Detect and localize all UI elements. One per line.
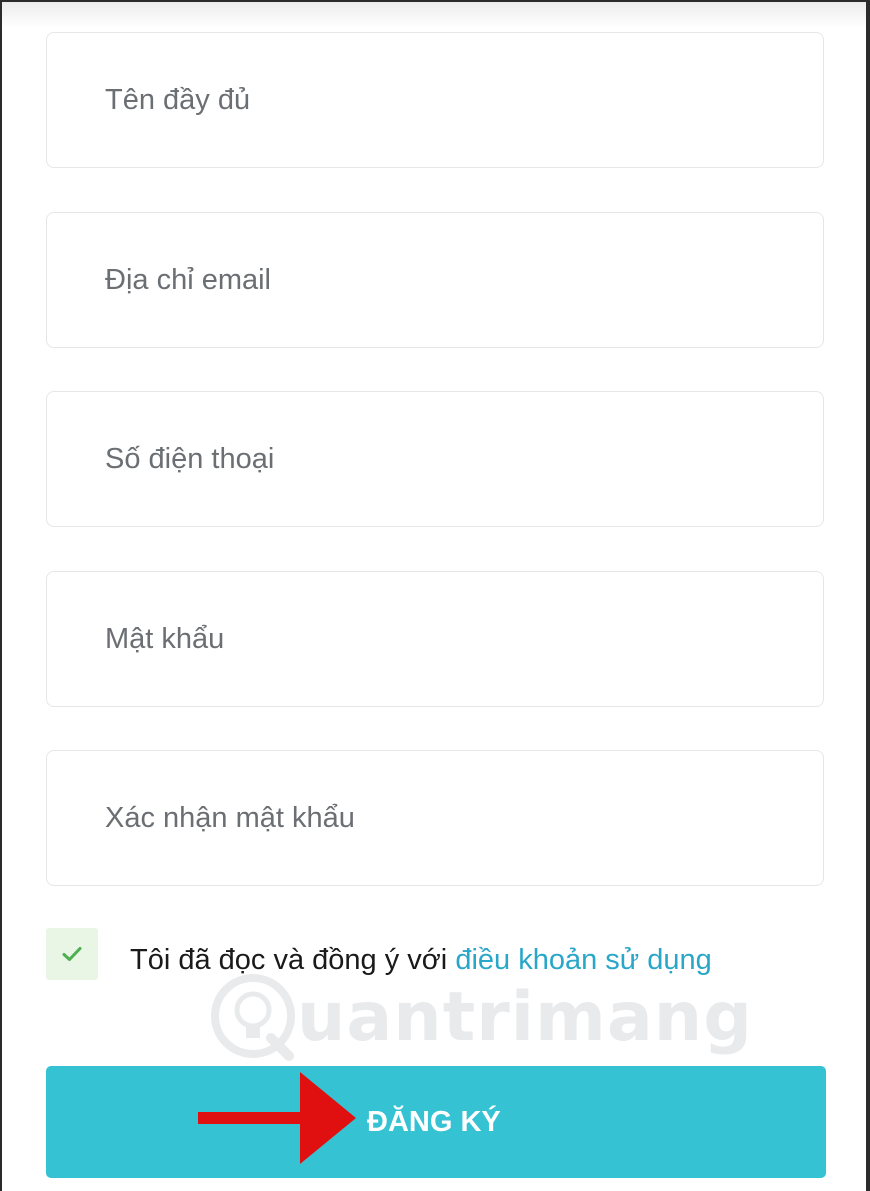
terms-text: Tôi đã đọc và đồng ý với [130,944,456,976]
password-field[interactable] [46,571,824,707]
phone-input[interactable] [47,392,823,526]
phone-field[interactable] [46,391,824,527]
confirm-password-field[interactable] [46,750,824,886]
register-button[interactable]: ĐĂNG KÝ [46,1066,826,1178]
check-icon [62,947,82,961]
register-button-label: ĐĂNG KÝ [367,1106,501,1138]
confirm-password-input[interactable] [47,751,823,885]
email-field[interactable] [46,212,824,348]
terms-checkbox[interactable] [46,928,98,980]
full-name-field[interactable] [46,32,824,168]
top-bar [2,2,870,28]
email-input[interactable] [47,213,823,347]
window-edge [866,0,870,1191]
full-name-input[interactable] [47,33,823,167]
terms-statement: Tôi đã đọc và đồng ý với điều khoản sử d… [130,944,712,977]
password-input[interactable] [47,572,823,706]
terms-link[interactable]: điều khoản sử dụng [455,944,711,976]
